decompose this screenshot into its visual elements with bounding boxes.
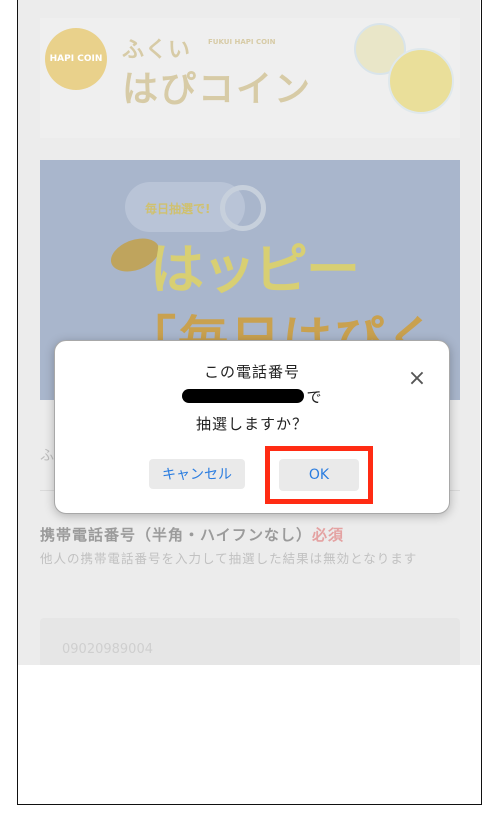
blank-area: [18, 665, 480, 804]
brand-main-text: はぴコイン: [122, 69, 313, 110]
hapi-coin-badge: HAPI COIN: [45, 28, 107, 90]
dialog-message-line1: この電話番号: [203, 363, 300, 381]
dialog-message-suffix: で: [306, 388, 322, 406]
redacted-phone-number: [182, 389, 305, 403]
banner-cloud-text: 毎日抽選で!: [145, 202, 211, 216]
brand-english-text: FUKUI HAPI COIN: [208, 38, 276, 46]
section-label: ふ: [40, 448, 54, 464]
confirm-dialog: × この電話番号 で 抽選しますか？ キャンセル OK: [54, 340, 450, 514]
phone-frame: HAPI COIN ふくい FUKUI HAPI COIN はぴコイン 毎日抽選…: [17, 0, 482, 805]
capsule-coin-icon: [388, 48, 454, 114]
page-background: HAPI COIN ふくい FUKUI HAPI COIN はぴコイン 毎日抽選…: [18, 0, 480, 668]
badge-text: HAPI COIN: [49, 54, 103, 64]
banner-headline: はッピー: [150, 238, 360, 301]
dialog-message-line3: 抽選しますか？: [195, 415, 308, 433]
header-logo: HAPI COIN ふくい FUKUI HAPI COIN はぴコイン: [40, 18, 460, 138]
phone-field-note: 他人の携帯電話番号を入力して抽選した結果は無効となります: [40, 551, 418, 566]
cancel-button[interactable]: キャンセル: [149, 459, 245, 489]
phone-input[interactable]: 09020989004: [40, 618, 460, 668]
required-badge: 必須: [312, 526, 345, 544]
phone-field-label: 携帯電話番号（半角・ハイフンなし）必須: [40, 524, 344, 545]
ok-highlight-box: OK: [265, 446, 373, 504]
phone-label-text: 携帯電話番号（半角・ハイフンなし）: [40, 526, 313, 544]
dialog-message-line2: で: [55, 386, 449, 407]
phone-input-value: 09020989004: [62, 642, 153, 657]
ok-button[interactable]: OK: [279, 459, 359, 491]
